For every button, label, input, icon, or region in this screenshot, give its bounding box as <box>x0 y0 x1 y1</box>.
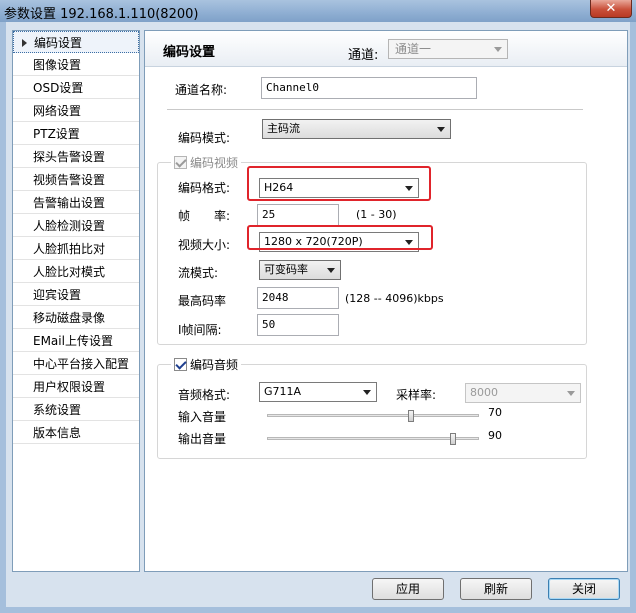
sidebar-item-label: 视频告警设置 <box>33 173 106 187</box>
channel-label: 通道: <box>348 48 379 63</box>
highlight-box <box>247 166 431 201</box>
encode-mode-select[interactable]: 主码流 <box>262 119 451 139</box>
audio-format-select[interactable]: G711A <box>259 382 377 402</box>
stream-mode-label: 流模式: <box>178 266 219 280</box>
close-button[interactable]: 关闭 <box>548 578 620 600</box>
audio-encoding-checkbox[interactable] <box>174 358 187 371</box>
highlight-box <box>247 225 433 250</box>
encode-mode-value: 主码流 <box>267 122 300 135</box>
input-volume-slider[interactable] <box>267 414 479 417</box>
output-volume-slider[interactable] <box>267 437 479 440</box>
max-bitrate-range: (128 -- 4096)kbps <box>345 292 444 305</box>
sidebar-item-center-platform[interactable]: 中心平台接入配置 <box>13 353 139 375</box>
max-bitrate-input[interactable]: 2048 <box>257 287 339 309</box>
sample-rate-value: 8000 <box>470 386 498 399</box>
framerate-label: 帧 率: <box>178 209 231 223</box>
audio-group-title: 编码音频 <box>190 358 239 372</box>
encode-settings-panel: 编码设置 通道: 通道一 通道名称: Channel0 编码模式: 主码流 编码… <box>144 30 628 572</box>
sidebar-item-user-permissions[interactable]: 用户权限设置 <box>13 376 139 398</box>
sidebar-item-label: 探头告警设置 <box>33 150 106 164</box>
sidebar-item-label: 图像设置 <box>33 58 82 72</box>
sidebar-item-label: 网络设置 <box>33 104 82 118</box>
page-title: 编码设置 <box>163 45 216 60</box>
sample-rate-select[interactable]: 8000 <box>465 383 581 403</box>
sidebar-item-label: 版本信息 <box>33 426 82 440</box>
video-group-title: 编码视频 <box>190 156 239 170</box>
sidebar-item-label: OSD设置 <box>33 81 84 95</box>
output-volume-label: 输出音量 <box>178 432 227 446</box>
selected-arrow-icon <box>22 39 27 47</box>
sidebar-item-label: 系统设置 <box>33 403 82 417</box>
stream-mode-select[interactable]: 可变码率 <box>259 260 341 280</box>
sidebar-item-system-settings[interactable]: 系统设置 <box>13 399 139 421</box>
window-close-button[interactable]: ✕ <box>590 0 632 18</box>
framerate-range: (1 - 30) <box>356 208 397 221</box>
channel-select-value: 通道一 <box>395 42 432 56</box>
stream-mode-value: 可变码率 <box>264 263 308 276</box>
sidebar-item-welcome-settings[interactable]: 迎宾设置 <box>13 284 139 306</box>
title-bar: 参数设置 192.168.1.110(8200) ✕ <box>0 0 636 22</box>
sidebar-item-label: 移动磁盘录像 <box>33 311 106 325</box>
sidebar-item-label: EMail上传设置 <box>33 334 113 348</box>
sidebar-item-label: 人脸抓拍比对 <box>33 242 106 256</box>
encode-format-label: 编码格式: <box>178 181 231 195</box>
sidebar-item-encode-settings[interactable]: 编码设置 <box>13 31 139 53</box>
refresh-button[interactable]: 刷新 <box>460 578 532 600</box>
chevron-down-icon <box>494 47 502 52</box>
sidebar-item-label: 人脸检测设置 <box>33 219 106 233</box>
divider <box>167 109 583 110</box>
chevron-down-icon <box>327 268 335 273</box>
audio-format-value: G711A <box>264 385 302 398</box>
max-bitrate-label: 最高码率 <box>178 294 227 308</box>
sidebar-item-label: PTZ设置 <box>33 127 80 141</box>
channel-name-input[interactable]: Channel0 <box>261 77 477 99</box>
sidebar-item-label: 用户权限设置 <box>33 380 106 394</box>
channel-select[interactable]: 通道一 <box>388 39 508 59</box>
sidebar-item-version-info[interactable]: 版本信息 <box>13 422 139 444</box>
panel-header: 编码设置 通道: 通道一 <box>145 31 627 67</box>
video-group-legend: 编码视频 <box>171 154 242 171</box>
sidebar-item-removable-disk-recording[interactable]: 移动磁盘录像 <box>13 307 139 329</box>
sidebar-item-probe-alarm[interactable]: 探头告警设置 <box>13 146 139 168</box>
sidebar-item-face-detection[interactable]: 人脸检测设置 <box>13 215 139 237</box>
sidebar-item-network-settings[interactable]: 网络设置 <box>13 100 139 122</box>
input-volume-value: 70 <box>488 406 502 419</box>
sidebar-item-label: 中心平台接入配置 <box>33 357 130 371</box>
sidebar-item-osd-settings[interactable]: OSD设置 <box>13 77 139 99</box>
sidebar-item-email-upload[interactable]: EMail上传设置 <box>13 330 139 352</box>
settings-sidebar: 编码设置 图像设置 OSD设置 网络设置 PTZ设置 探头告警设置 视频告警设置… <box>12 30 140 572</box>
sidebar-item-label: 人脸比对模式 <box>33 265 106 279</box>
video-size-label: 视频大小: <box>178 238 231 252</box>
output-volume-thumb[interactable] <box>450 433 456 445</box>
iframe-interval-input[interactable]: 50 <box>257 314 339 336</box>
sidebar-item-label: 迎宾设置 <box>33 288 82 302</box>
sidebar-item-image-settings[interactable]: 图像设置 <box>13 54 139 76</box>
encode-mode-label: 编码模式: <box>178 131 231 145</box>
apply-button[interactable]: 应用 <box>372 578 444 600</box>
audio-format-label: 音频格式: <box>178 388 231 402</box>
sidebar-item-label: 编码设置 <box>34 36 83 50</box>
chevron-down-icon <box>437 127 445 132</box>
chevron-down-icon <box>363 390 371 395</box>
chevron-down-icon <box>567 391 575 396</box>
sidebar-item-ptz-settings[interactable]: PTZ设置 <box>13 123 139 145</box>
framerate-input[interactable]: 25 <box>257 204 339 226</box>
output-volume-value: 90 <box>488 429 502 442</box>
sidebar-item-alarm-output[interactable]: 告警输出设置 <box>13 192 139 214</box>
audio-group-legend: 编码音频 <box>171 356 242 373</box>
iframe-interval-label: I帧间隔: <box>178 323 222 337</box>
channel-name-label: 通道名称: <box>175 83 228 97</box>
window-title: 参数设置 192.168.1.110(8200) <box>4 7 199 22</box>
sidebar-item-face-capture-compare[interactable]: 人脸抓拍比对 <box>13 238 139 260</box>
sample-rate-label: 采样率: <box>396 388 437 402</box>
sidebar-item-face-compare-mode[interactable]: 人脸比对模式 <box>13 261 139 283</box>
video-encoding-checkbox[interactable] <box>174 156 187 169</box>
input-volume-thumb[interactable] <box>408 410 414 422</box>
input-volume-label: 输入音量 <box>178 410 227 424</box>
sidebar-item-video-alarm[interactable]: 视频告警设置 <box>13 169 139 191</box>
sidebar-item-label: 告警输出设置 <box>33 196 106 210</box>
